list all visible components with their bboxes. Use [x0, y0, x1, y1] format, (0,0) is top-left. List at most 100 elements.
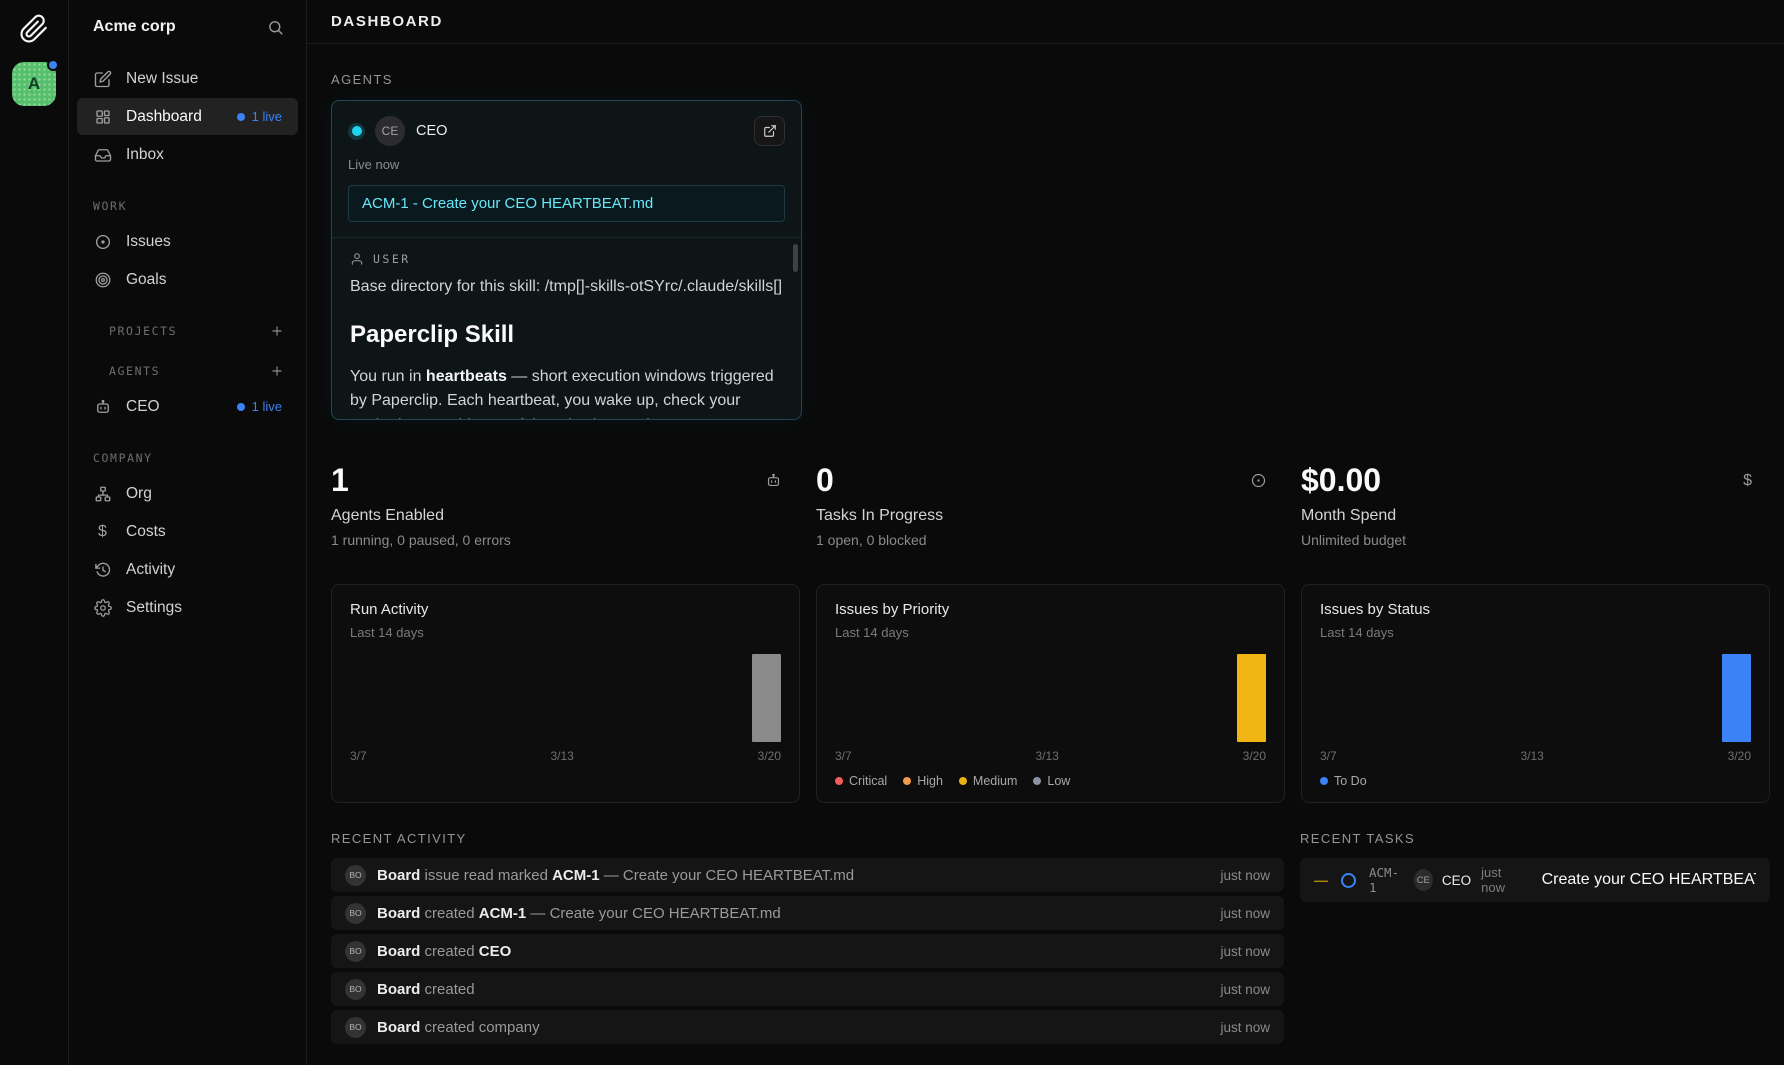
sidebar-item-label: Dashboard	[126, 108, 202, 126]
sidebar-item-costs[interactable]: $ Costs	[77, 513, 298, 550]
scrollbar-thumb[interactable]	[793, 244, 798, 272]
task-row[interactable]: — ACM-1 CE CEO just now Create your CEO …	[1300, 858, 1770, 902]
activity-row[interactable]: BO Board created just now	[331, 972, 1284, 1006]
inbox-icon	[93, 145, 112, 164]
chart-title: Issues by Status	[1320, 601, 1751, 618]
actor-avatar: BO	[345, 979, 366, 1000]
activity-row[interactable]: BO Board created CEO just now	[331, 934, 1284, 968]
charts-row: Run Activity Last 14 days 3/73/133/20 Is…	[331, 584, 1770, 803]
add-project-button[interactable]	[270, 324, 284, 338]
activity-row[interactable]: BO Board issue read marked ACM-1 — Creat…	[331, 858, 1284, 892]
external-link-icon[interactable]	[754, 116, 785, 146]
bar-run-activity	[752, 654, 781, 742]
agent-live-dot	[348, 123, 365, 140]
bottom-section: RECENT ACTIVITY BO Board issue read mark…	[331, 831, 1770, 1044]
stat-label: Month Spend	[1301, 507, 1740, 525]
add-agent-button[interactable]	[270, 364, 284, 378]
new-issue-icon	[93, 69, 112, 88]
sidebar-item-settings[interactable]: Settings	[77, 589, 298, 626]
task-agent-name: CEO	[1442, 873, 1471, 888]
chart-plot	[835, 648, 1266, 742]
task-time: just now	[1481, 865, 1522, 895]
sidebar-item-dashboard[interactable]: Dashboard 1 live	[77, 98, 298, 135]
legend-dot-medium	[959, 777, 967, 785]
sidebar-item-inbox[interactable]: Inbox	[77, 136, 298, 173]
agent-status-text: Live now	[348, 157, 785, 172]
stat-label: Tasks In Progress	[816, 507, 1255, 525]
activity-row[interactable]: BO Board created company just now	[331, 1010, 1284, 1044]
stat-month-spend: $ $0.00 Month Spend Unlimited budget	[1301, 462, 1770, 548]
activity-time: just now	[1208, 1020, 1270, 1035]
dollar-icon: $	[1743, 472, 1752, 490]
chart-subtitle: Last 14 days	[1320, 625, 1751, 640]
sidebar-item-new-issue[interactable]: New Issue	[77, 60, 298, 97]
paperclip-icon[interactable]	[19, 14, 49, 44]
agent-task-link[interactable]: ACM-1 - Create your CEO HEARTBEAT.md	[348, 185, 785, 222]
agents-section-label: AGENTS	[331, 72, 1770, 87]
sidebar-item-label: Costs	[126, 523, 166, 541]
message-heading: Paperclip Skill	[350, 321, 783, 349]
sidebar-item-ceo-agent[interactable]: CEO 1 live	[77, 388, 298, 425]
chart-run-activity: Run Activity Last 14 days 3/73/133/20	[331, 584, 800, 803]
issue-circle-icon	[93, 232, 112, 251]
dashboard-icon	[93, 107, 112, 126]
legend-dot-high	[903, 777, 911, 785]
priority-dash-icon: —	[1314, 872, 1328, 888]
dollar-icon: $	[93, 522, 112, 541]
recent-tasks-label: RECENT TASKS	[1300, 831, 1770, 846]
chart-issues-by-status: Issues by Status Last 14 days 3/73/133/2…	[1301, 584, 1770, 803]
sidebar-item-label: Goals	[126, 271, 167, 289]
agent-avatar: CE	[1414, 869, 1433, 891]
workspace-avatar[interactable]: A	[12, 62, 56, 106]
bar-issues-priority	[1237, 654, 1266, 742]
section-label-work: WORK	[69, 199, 306, 213]
activity-time: just now	[1208, 906, 1270, 921]
recent-tasks-panel: RECENT TASKS — ACM-1 CE CEO just now Cre…	[1300, 831, 1770, 1044]
sidebar-item-issues[interactable]: Issues	[77, 223, 298, 260]
legend-dot-todo	[1320, 777, 1328, 785]
chart-legend: Critical High Medium Low	[835, 774, 1266, 788]
agent-message-viewport: USER Base directory for this skill: /tmp…	[332, 237, 801, 420]
sidebar: Acme corp New Issue Dashboard 1 live Inb…	[68, 0, 307, 1065]
progress-circle-icon	[1250, 472, 1267, 489]
live-dot	[237, 403, 245, 411]
live-badge: 1 live	[237, 109, 282, 124]
agent-name: CEO	[416, 123, 447, 139]
sidebar-item-label: CEO	[126, 398, 160, 416]
message-paragraph: You run in heartbeats — short execution …	[350, 365, 783, 420]
stat-agents-enabled: 1 Agents Enabled 1 running, 0 paused, 0 …	[331, 462, 800, 548]
sidebar-item-label: Org	[126, 485, 152, 503]
activity-row[interactable]: BO Board created ACM-1 — Create your CEO…	[331, 896, 1284, 930]
stat-subtext: Unlimited budget	[1301, 532, 1740, 548]
user-icon	[350, 252, 364, 266]
section-label-projects: PROJECTS	[109, 324, 177, 338]
org-name: Acme corp	[93, 18, 176, 36]
history-icon	[93, 560, 112, 579]
task-id: ACM-1	[1369, 865, 1402, 895]
dashboard-content: AGENTS CE CEO Live now ACM-1 - Create yo…	[307, 44, 1784, 1065]
task-title: Create your CEO HEARTBEAT.md	[1542, 871, 1756, 889]
recent-activity-panel: RECENT ACTIVITY BO Board issue read mark…	[331, 831, 1284, 1044]
stat-tasks-in-progress: 0 Tasks In Progress 1 open, 0 blocked	[816, 462, 1285, 548]
chart-plot	[350, 648, 781, 742]
stat-value: 1	[331, 462, 770, 499]
online-status-dot	[47, 59, 59, 71]
left-rail: A	[0, 0, 68, 1065]
legend-dot-critical	[835, 777, 843, 785]
robot-icon	[93, 397, 112, 416]
sidebar-item-org[interactable]: Org	[77, 475, 298, 512]
stat-value: 0	[816, 462, 1255, 499]
x-axis-ticks: 3/73/133/20	[350, 749, 781, 763]
section-label-company: COMPANY	[69, 451, 306, 465]
chart-issues-by-priority: Issues by Priority Last 14 days 3/73/133…	[816, 584, 1285, 803]
x-axis-ticks: 3/73/133/20	[1320, 749, 1751, 763]
agent-avatar: CE	[375, 116, 405, 146]
tasks-list: — ACM-1 CE CEO just now Create your CEO …	[1300, 858, 1770, 902]
sidebar-item-activity[interactable]: Activity	[77, 551, 298, 588]
stat-subtext: 1 open, 0 blocked	[816, 532, 1255, 548]
search-icon[interactable]	[267, 19, 284, 36]
stat-value: $0.00	[1301, 462, 1740, 499]
sidebar-item-goals[interactable]: Goals	[77, 261, 298, 298]
target-icon	[93, 270, 112, 289]
section-header-agents: AGENTS	[69, 364, 306, 378]
